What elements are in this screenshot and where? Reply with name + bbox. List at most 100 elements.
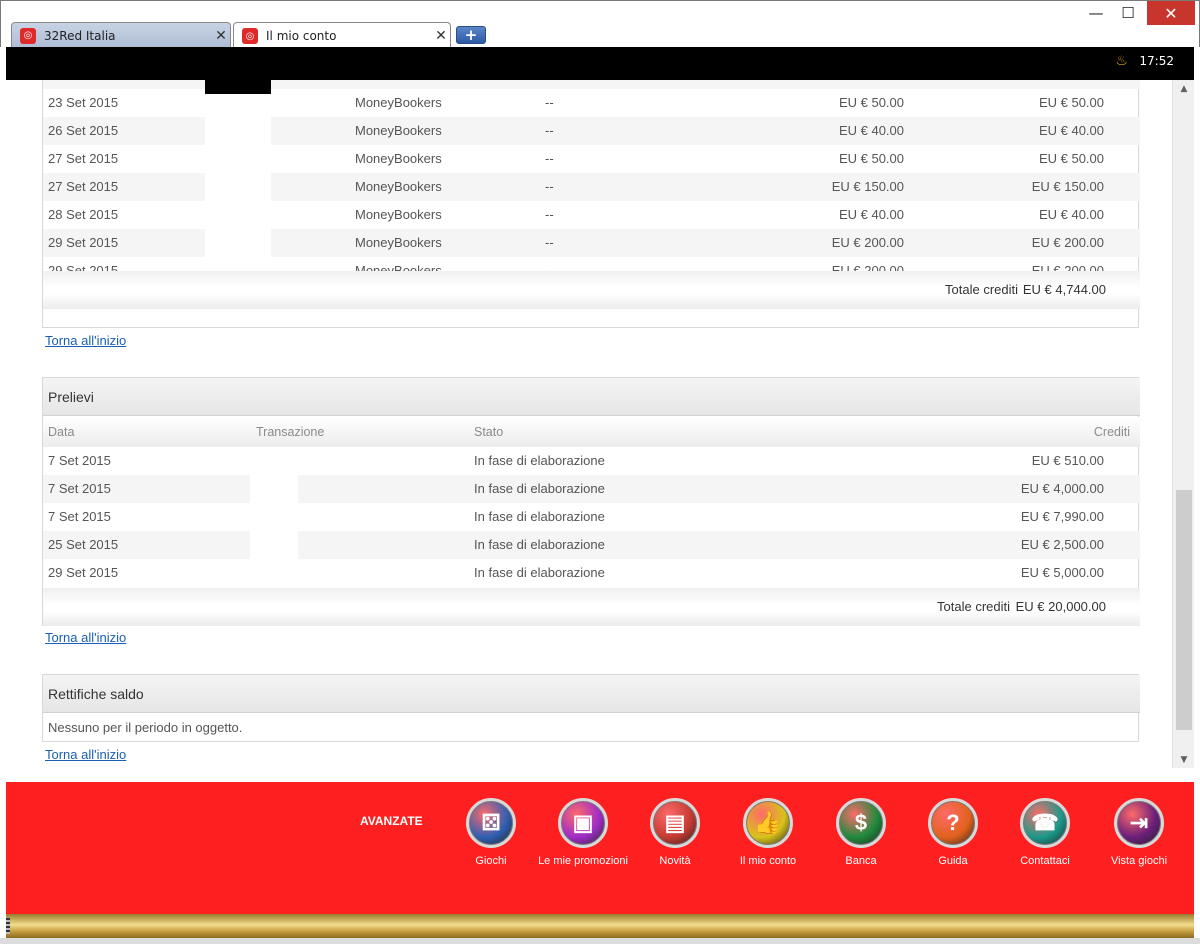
deposit-method: MoneyBookers — [355, 179, 442, 194]
deposit-method: MoneyBookers — [355, 95, 442, 110]
deposit-amount: EU € 40.00 — [838, 207, 904, 222]
nav-item-label: Contattaci — [1020, 855, 1070, 867]
redaction-block — [250, 559, 298, 587]
deposit-credits: EU € 50.00 — [1038, 151, 1104, 166]
nav-item-banca[interactable]: $ Banca — [816, 798, 906, 868]
redaction-block — [205, 117, 271, 145]
help-icon: ? — [928, 798, 978, 848]
nav-item-giochi[interactable]: ⚄ Giochi — [446, 798, 536, 868]
deposit-row: 27 Set 2015 MoneyBookers -- EU € 50.00 EU € … — [43, 145, 1140, 173]
redaction-block — [205, 80, 271, 94]
deposit-date: 27 Set 2015 — [48, 179, 119, 194]
deposit-date: 29 Set 2015 — [48, 235, 119, 250]
browser-titlebar: ◎ 32Red Italia ✕ ◎ Il mio conto ✕ + — ☐ … — [0, 0, 1200, 49]
nav-item-label: Le mie promozioni — [538, 855, 628, 867]
tab-32red-italia[interactable]: ◎ 32Red Italia ✕ — [11, 22, 231, 48]
nav-item-le-mie-promozioni[interactable]: ▣ Le mie promozioni — [538, 798, 628, 868]
back-to-top-link[interactable]: Torna all'inizio — [45, 747, 126, 762]
nav-item-guida[interactable]: ? Guida — [908, 798, 998, 868]
tab-close-icon[interactable]: ✕ — [212, 28, 230, 44]
newspaper-icon: ▤ — [650, 798, 700, 848]
phone-icon: ☎ — [1020, 798, 1070, 848]
withdrawal-status: In fase di elaborazione — [474, 481, 605, 496]
status-bar: ♨ 17:52 — [6, 47, 1194, 80]
nav-item-il-mio-conto[interactable]: 👍 Il mio conto — [723, 798, 813, 868]
tab-close-icon[interactable]: ✕ — [432, 28, 450, 44]
withdrawal-row: 25 Set 2015 In fase di elaborazione EU € 2… — [43, 531, 1140, 559]
withdrawal-credits: EU € 4,000.00 — [1020, 481, 1104, 496]
tab-label: 32Red Italia — [44, 28, 116, 43]
tab-label: Il mio conto — [266, 29, 337, 43]
deposit-amount: EU € 100.00 — [832, 80, 904, 89]
deposit-credits: EU € 40.00 — [1038, 207, 1104, 222]
withdrawal-date: 7 Set 2015 — [48, 453, 111, 468]
tab-il-mio-conto[interactable]: ◎ Il mio conto ✕ — [233, 22, 451, 49]
withdrawal-credits: EU € 5,000.00 — [1020, 565, 1104, 580]
dollar-icon: $ — [836, 798, 886, 848]
window-bottom-frame — [0, 938, 1200, 944]
redaction-block — [205, 229, 271, 257]
scroll-down-icon[interactable]: ▼ — [1173, 751, 1195, 768]
footer-nav: AVANZATE ⚄ Giochi ▣ Le mie promozioni ▤ Novit… — [6, 782, 1194, 914]
deposit-amount: EU € 200.00 — [831, 235, 904, 250]
thumbs-up-icon: 👍 — [743, 798, 793, 848]
withdrawal-status: In fase di elaborazione — [474, 537, 605, 552]
deposit-credits: EU € 150.00 — [1031, 179, 1104, 194]
close-window-button[interactable]: ✕ — [1147, 1, 1195, 25]
withdrawal-date: 25 Set 2015 — [48, 537, 119, 552]
money-bag-icon: ♨ — [1115, 53, 1128, 69]
new-tab-button[interactable]: + — [456, 26, 486, 44]
deposit-credits: EU € 50.00 — [1038, 95, 1104, 110]
nav-item-label: Giochi — [475, 855, 507, 867]
withdrawal-row: 7 Set 2015 In fase di elaborazione EU € 4,… — [43, 475, 1140, 503]
nav-item-vista-giochi[interactable]: ⇥ Vista giochi — [1094, 798, 1184, 868]
withdrawal-credits: EU € 2,500.00 — [1020, 537, 1104, 552]
deposit-row: 26 Set 2015 MoneyBookers -- EU € 40.00 EU € … — [43, 117, 1140, 145]
advanced-label: AVANZATE — [360, 814, 423, 828]
redaction-block — [250, 503, 298, 531]
withdrawal-status: In fase di elaborazione — [474, 509, 605, 524]
nav-item-contattaci[interactable]: ☎ Contattaci — [1000, 798, 1090, 868]
vertical-scrollbar[interactable]: ▲ ▼ — [1172, 80, 1194, 768]
deposit-row: 29 Set 2015 MoneyBookers -- EU € 200.00 EU €… — [43, 229, 1140, 257]
resize-grip[interactable] — [6, 918, 10, 934]
redaction-block — [250, 531, 298, 559]
deposit-credits: EU € 100.00 — [1032, 80, 1104, 89]
scroll-thumb[interactable] — [1176, 490, 1192, 730]
deposit-status: -- — [545, 80, 554, 89]
deposits-total-bar: Totale crediti EU € 4,744.00 — [43, 271, 1140, 309]
nav-item-label: Vista giochi — [1110, 855, 1168, 867]
gold-bottom-bar — [6, 914, 1194, 938]
withdrawal-credits: EU € 7,990.00 — [1020, 509, 1104, 524]
withdrawals-column-header: Data Transazione Stato Crediti — [43, 417, 1140, 447]
deposits-panel: 23 Set 2015 NETeller -- EU € 100.00 EU € 100… — [42, 80, 1140, 328]
col-transaction: Transazione — [256, 425, 325, 439]
deposit-status: -- — [545, 179, 554, 194]
deposit-date: 28 Set 2015 — [48, 207, 119, 222]
scroll-up-icon[interactable]: ▲ — [1173, 80, 1195, 97]
nav-item-novit[interactable]: ▤ Novità — [630, 798, 720, 868]
withdrawal-row: 29 Set 2015 In fase di elaborazione EU € 5… — [43, 559, 1140, 587]
maximize-button[interactable]: ☐ — [1113, 1, 1143, 25]
redaction-block — [205, 201, 271, 229]
col-status: Stato — [474, 425, 504, 439]
withdrawals-total-label: Totale crediti — [937, 599, 1010, 614]
withdrawal-row: 7 Set 2015 In fase di elaborazione EU € 51… — [43, 447, 1140, 475]
deposit-status: -- — [545, 123, 554, 138]
deposit-method: NETeller — [355, 80, 404, 89]
redaction-block — [205, 173, 271, 201]
withdrawal-status: In fase di elaborazione — [474, 565, 605, 580]
withdrawals-total-bar: Totale crediti EU € 20,000.00 — [43, 588, 1140, 626]
back-to-top-link[interactable]: Torna all'inizio — [45, 630, 126, 645]
nav-item-label: Novità — [659, 855, 691, 867]
deposits-total-value: EU € 4,744.00 — [1022, 282, 1106, 297]
32red-logo-icon: ◎ — [242, 28, 258, 44]
minimize-button[interactable]: — — [1079, 1, 1113, 25]
dice-icon: ⚄ — [466, 798, 516, 848]
back-to-top-link[interactable]: Torna all'inizio — [45, 333, 126, 348]
nav-item-label: Banca — [845, 855, 877, 867]
deposit-date: 26 Set 2015 — [48, 123, 119, 138]
withdrawals-panel: Prelievi Data Transazione Stato Crediti … — [42, 377, 1140, 626]
deposit-credits: EU € 40.00 — [1038, 123, 1104, 138]
withdrawals-title: Prelievi — [43, 378, 1140, 416]
